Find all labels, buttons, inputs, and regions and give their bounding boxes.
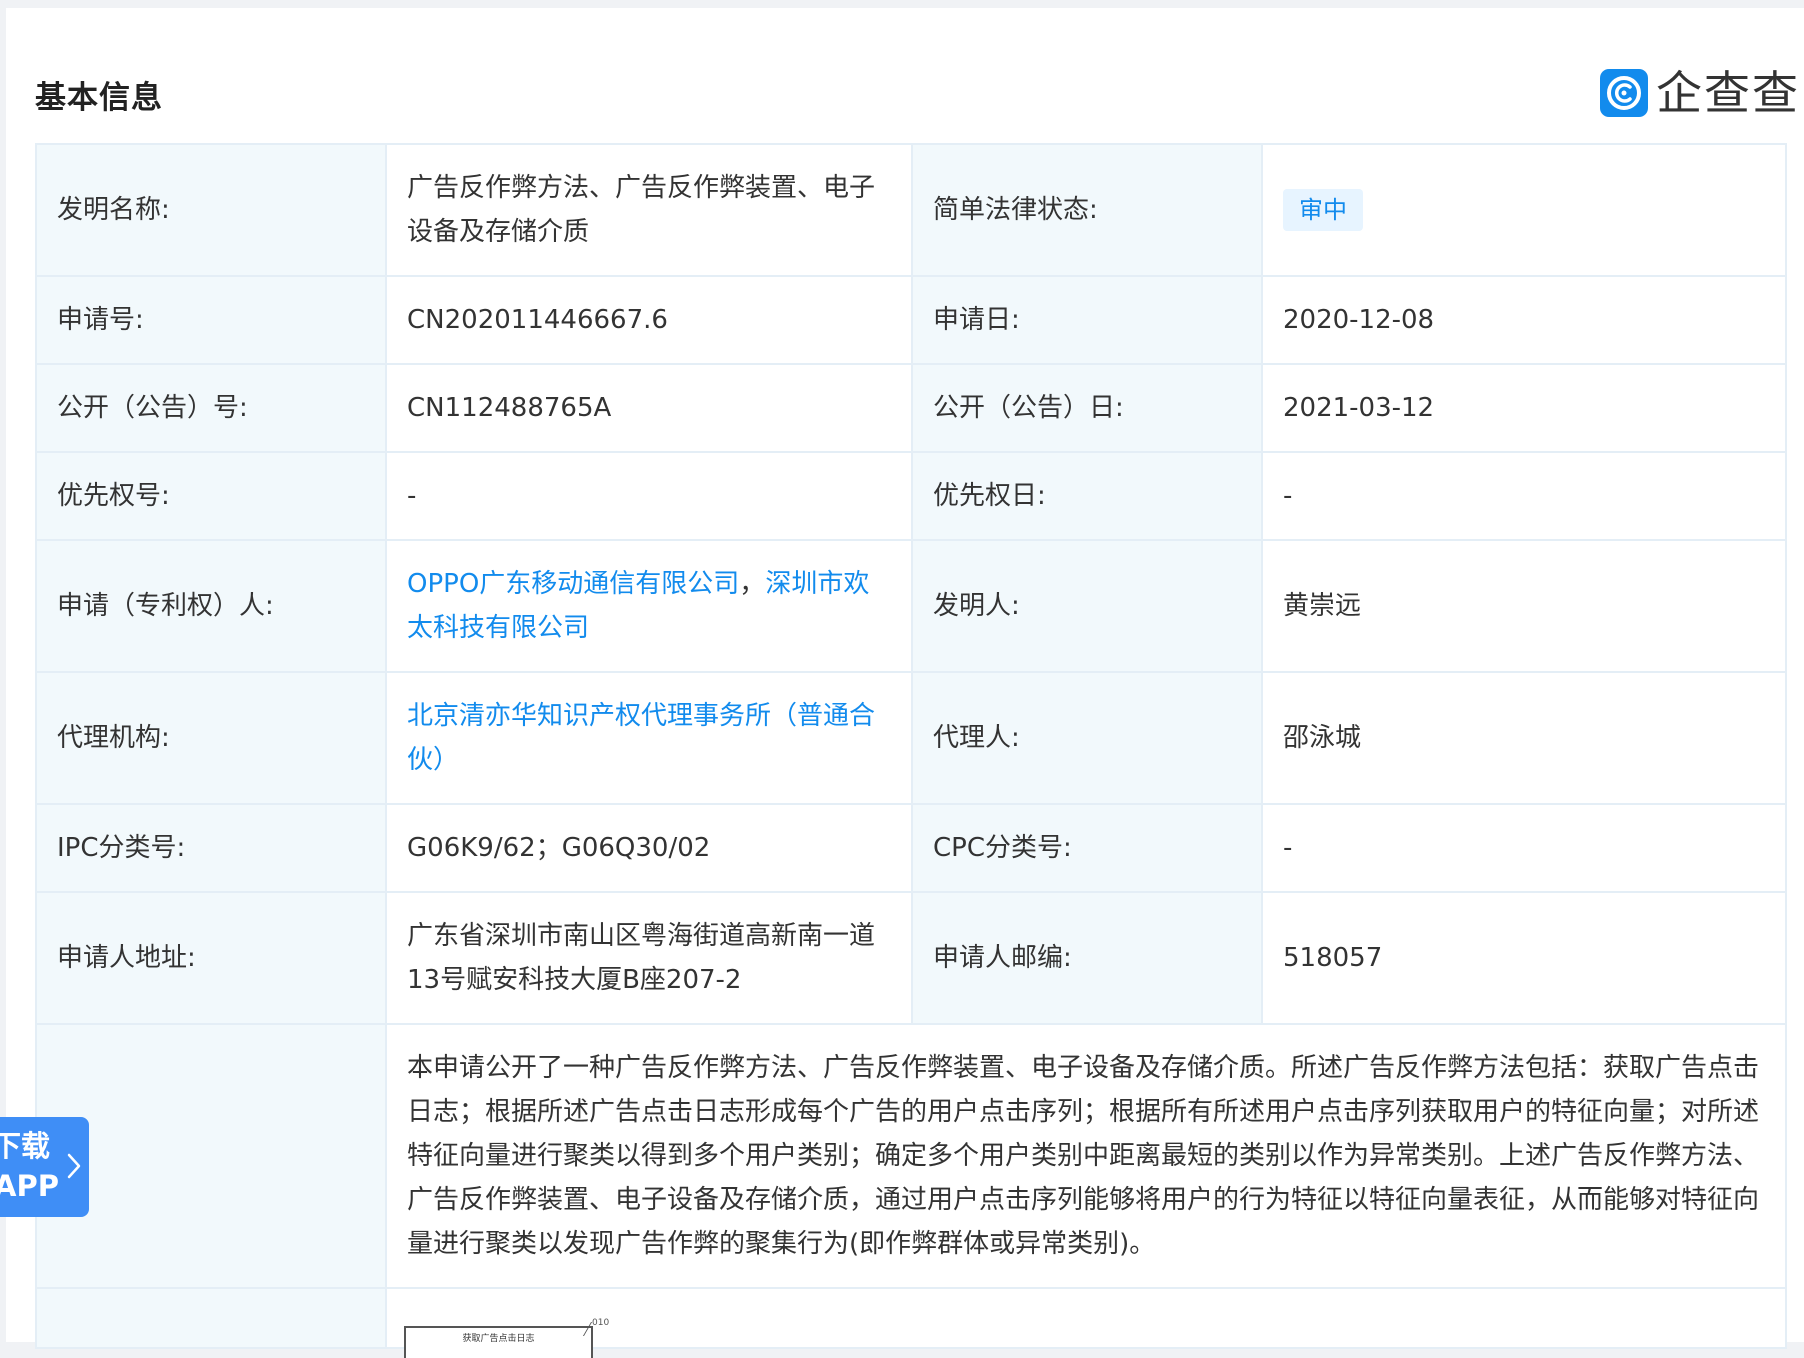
brand-name: 企查查 [1656, 66, 1800, 120]
abstract-drawing[interactable]: 获取广告点击日志 [404, 1326, 593, 1358]
table-row: 申请号: CN202011446667.6 申请日: 2020-12-08 [35, 275, 1787, 365]
ipc-separator: ； [535, 833, 562, 863]
table-row: 要: 本申请公开了一种广告反作弊方法、广告反作弊装置、电子设备及存储介质。所述广… [35, 1023, 1787, 1289]
patent-info-table: 发明名称: 广告反作弊方法、广告反作弊装置、电子设备及存储介质 简单法律状态: … [35, 143, 1787, 1349]
download-app-label: 下载 [0, 1129, 51, 1163]
priority-date-value: - [1261, 451, 1787, 541]
table-row: 申请（专利权）人: OPPO广东移动通信有限公司，深圳市欢太科技有限公司 发明人… [35, 539, 1787, 673]
applicant-link[interactable]: OPPO广东移动通信有限公司 [407, 569, 739, 599]
applicant-address-label: 申请人地址: [35, 891, 387, 1025]
invention-name-label: 发明名称: [35, 143, 387, 277]
legal-status-label: 简单法律状态: [911, 143, 1263, 277]
publication-no-label: 公开（公告）号: [35, 363, 387, 453]
ipc-code: G06Q30/02 [561, 833, 711, 863]
applicant-value: OPPO广东移动通信有限公司，深圳市欢太科技有限公司 [385, 539, 913, 673]
table-row: 公开（公告）号: CN112488765A 公开（公告）日: 2021-03-1… [35, 363, 1787, 453]
table-row: 优先权号: - 优先权日: - [35, 451, 1787, 541]
applicant-postcode-label: 申请人邮编: [911, 891, 1263, 1025]
agent-label: 代理人: [911, 671, 1263, 805]
ipc-label: IPC分类号: [35, 803, 387, 893]
priority-no-label: 优先权号: [35, 451, 387, 541]
cpc-label: CPC分类号: [911, 803, 1263, 893]
ipc-code: G06K9/62 [407, 833, 536, 863]
agency-value: 北京清亦华知识产权代理事务所（普通合伙） [385, 671, 913, 805]
applicant-separator: ， [739, 569, 766, 599]
table-row: 代理机构: 北京清亦华知识产权代理事务所（普通合伙） 代理人: 邵泳城 [35, 671, 1787, 805]
agency-label: 代理机构: [35, 671, 387, 805]
priority-date-label: 优先权日: [911, 451, 1263, 541]
drawing-ref-number: 010 [592, 1318, 610, 1328]
application-no-value: CN202011446667.6 [385, 275, 913, 365]
download-app-label: APP [0, 1169, 59, 1203]
brand-logo[interactable]: 企查查 [1600, 66, 1800, 120]
publication-date-value: 2021-03-12 [1261, 363, 1787, 453]
agency-link[interactable]: 北京清亦华知识产权代理事务所（普通合伙） [407, 701, 875, 775]
section-title: 基本信息 [35, 80, 163, 116]
invention-name-value: 广告反作弊方法、广告反作弊装置、电子设备及存储介质 [385, 143, 913, 277]
application-date-label: 申请日: [911, 275, 1263, 365]
table-row: 发明名称: 广告反作弊方法、广告反作弊装置、电子设备及存储介质 简单法律状态: … [35, 143, 1787, 277]
inventor-label: 发明人: [911, 539, 1263, 673]
application-no-label: 申请号: [35, 275, 387, 365]
abstract-value: 本申请公开了一种广告反作弊方法、广告反作弊装置、电子设备及存储介质。所述广告反作… [385, 1023, 1787, 1289]
priority-no-value: - [385, 451, 913, 541]
chevron-right-icon [67, 1153, 81, 1179]
table-row: 申请人地址: 广东省深圳市南山区粤海街道高新南一道13号赋安科技大厦B座207-… [35, 891, 1787, 1025]
drawing-label [35, 1287, 387, 1349]
publication-date-label: 公开（公告）日: [911, 363, 1263, 453]
status-badge: 审中 [1283, 189, 1363, 231]
download-app-button[interactable]: 下载 APP [0, 1117, 89, 1217]
table-row [35, 1287, 1787, 1349]
cpc-value: - [1261, 803, 1787, 893]
applicant-address-value: 广东省深圳市南山区粤海街道高新南一道13号赋安科技大厦B座207-2 [385, 891, 913, 1025]
legal-status-cell: 审中 [1261, 143, 1787, 277]
application-date-value: 2020-12-08 [1261, 275, 1787, 365]
applicant-label: 申请（专利权）人: [35, 539, 387, 673]
agent-value: 邵泳城 [1261, 671, 1787, 805]
applicant-postcode-value: 518057 [1261, 891, 1787, 1025]
inventor-value: 黄崇远 [1261, 539, 1787, 673]
qichacha-logo-icon [1600, 69, 1648, 117]
table-row: IPC分类号: G06K9/62；G06Q30/02 CPC分类号: - [35, 803, 1787, 893]
publication-no-value: CN112488765A [385, 363, 913, 453]
ipc-value: G06K9/62；G06Q30/02 [385, 803, 913, 893]
